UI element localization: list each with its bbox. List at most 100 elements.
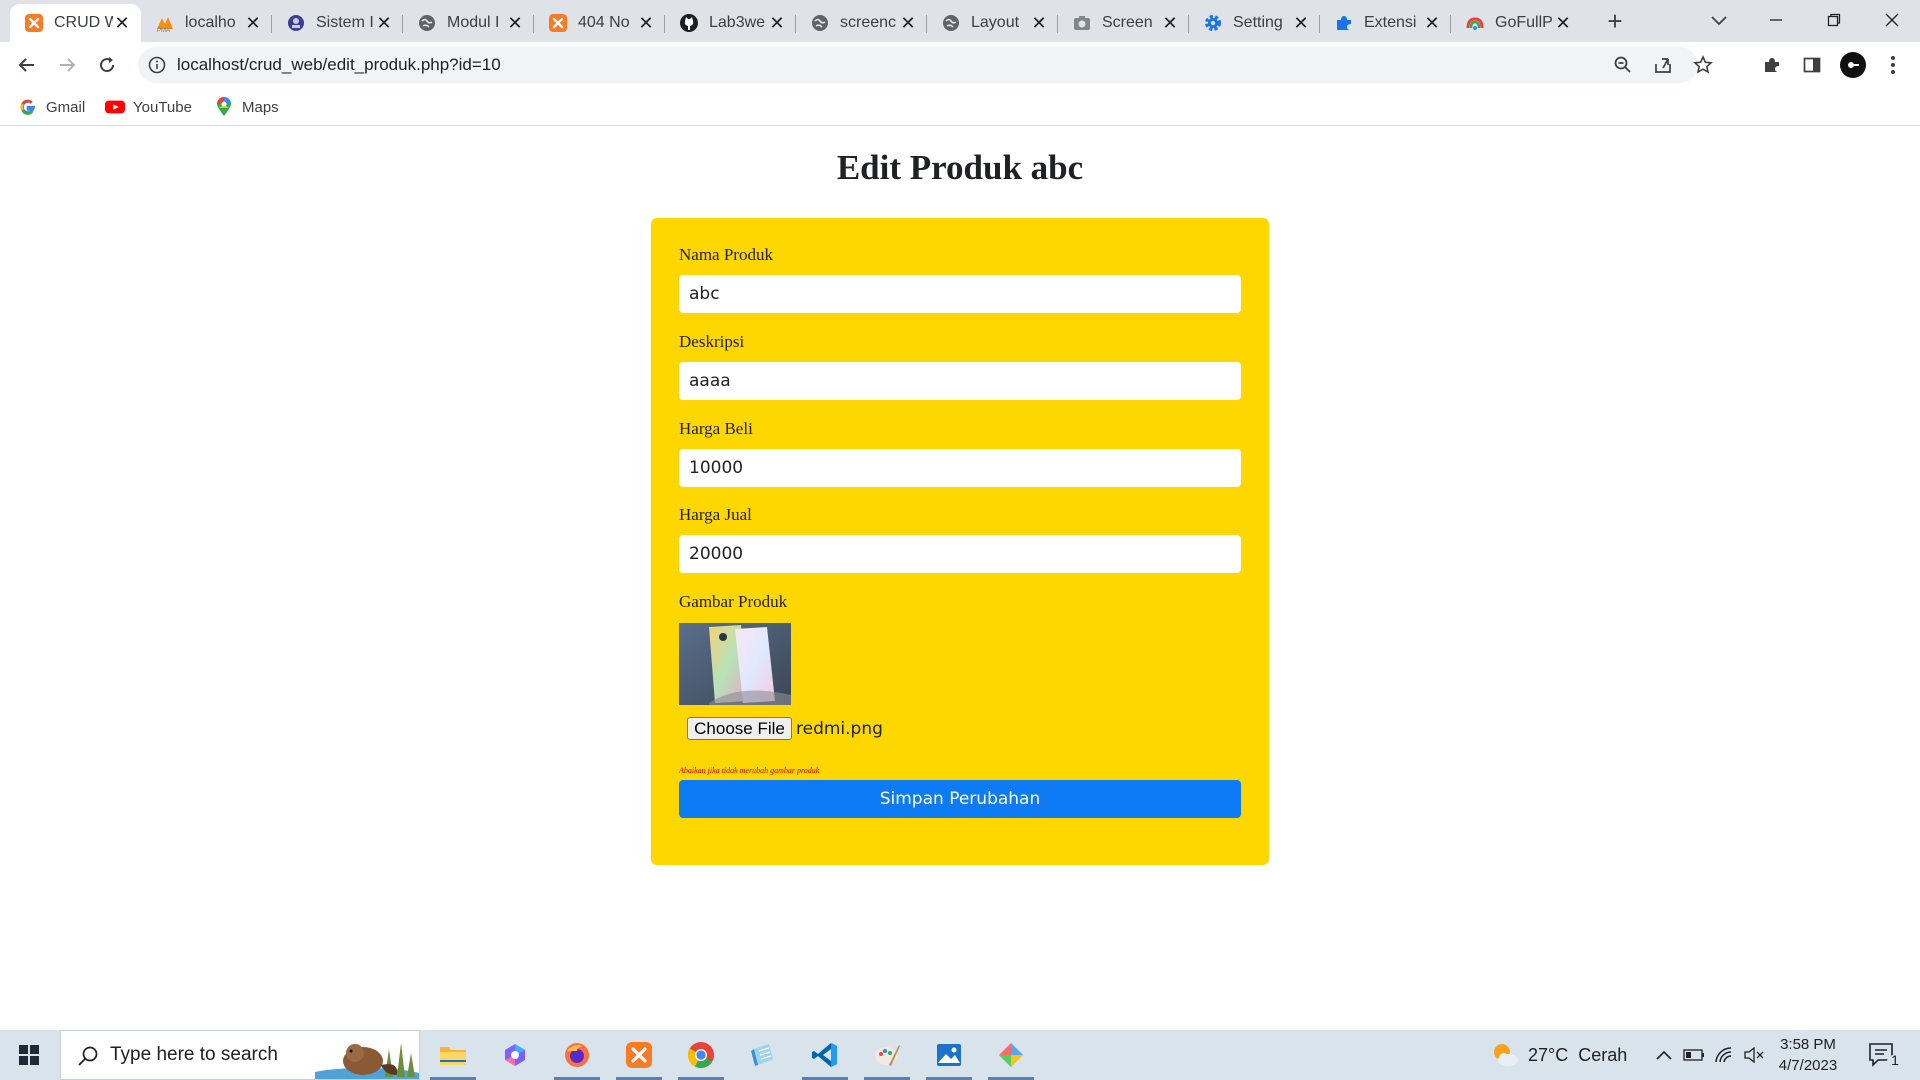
camera-icon: [1072, 13, 1092, 33]
harga-jual-input[interactable]: 20000: [679, 535, 1241, 573]
start-button[interactable]: [0, 1030, 58, 1080]
bookmark-gmail[interactable]: Gmail: [18, 96, 85, 118]
tab-strip: CRUD W ✕ PMA localho ✕ Sistem I ✕ Modul …: [0, 0, 1920, 42]
taskbar-search-box[interactable]: Type here to search: [60, 1030, 420, 1080]
taskbar-vscode[interactable]: [796, 1030, 854, 1080]
tab-search-button[interactable]: [1704, 8, 1734, 34]
tab-title: CRUD W: [54, 14, 113, 31]
tab-close-icon[interactable]: ✕: [506, 13, 524, 34]
tab-close-icon[interactable]: ✕: [637, 13, 655, 34]
zoom-out-icon: [1614, 56, 1631, 73]
site-info-icon[interactable]: [148, 56, 166, 74]
notification-center-button[interactable]: 1: [1866, 1040, 1902, 1070]
tab-close-icon[interactable]: ✕: [113, 13, 131, 34]
close-icon: [1885, 13, 1899, 27]
tab-screencast[interactable]: screenc ✕: [796, 4, 927, 42]
tab-settings[interactable]: Setting ✕: [1189, 4, 1320, 42]
save-changes-button[interactable]: Simpan Perubahan: [679, 780, 1241, 818]
taskbar-xampp[interactable]: [610, 1030, 668, 1080]
harga-beli-input[interactable]: 10000: [679, 449, 1241, 487]
tab-lab3web[interactable]: Lab3we ✕: [665, 4, 796, 42]
share-button[interactable]: [1648, 50, 1678, 80]
globe-icon: [417, 13, 437, 33]
vscode-icon: [812, 1043, 837, 1067]
university-icon: [286, 13, 306, 33]
arrow-right-icon: [60, 58, 76, 72]
tab-layout[interactable]: Layout ✕: [927, 4, 1058, 42]
back-button[interactable]: [10, 48, 44, 82]
paint-icon: [875, 1045, 900, 1066]
tab-close-icon[interactable]: ✕: [1030, 13, 1048, 34]
chrome-menu-button[interactable]: [1876, 48, 1910, 82]
network-status[interactable]: [1712, 1043, 1736, 1067]
tab-title: Extensi: [1364, 14, 1417, 31]
tab-close-icon[interactable]: ✕: [1423, 13, 1441, 34]
taskbar-paint[interactable]: [858, 1030, 916, 1080]
tab-localhost-phpmyadmin[interactable]: PMA localho ✕: [141, 4, 272, 42]
taskbar-file-explorer[interactable]: [424, 1030, 482, 1080]
tab-sistem[interactable]: Sistem I ✕: [272, 4, 403, 42]
partly-sunny-icon: [1494, 1044, 1518, 1066]
firefox-icon: [565, 1043, 589, 1067]
product-image: [679, 623, 791, 705]
reload-button[interactable]: [90, 48, 124, 82]
new-tab-button[interactable]: +: [1598, 6, 1632, 36]
settings-gear-icon: [1203, 13, 1223, 33]
choose-file-button[interactable]: Choose File: [687, 717, 792, 740]
extensions-button[interactable]: [1755, 48, 1789, 82]
bookmark-maps[interactable]: Maps: [214, 96, 279, 118]
tab-close-icon[interactable]: ✕: [899, 13, 917, 34]
tab-crud-web[interactable]: CRUD W ✕: [10, 4, 141, 42]
chevron-down-icon: [1711, 16, 1727, 26]
tab-close-icon[interactable]: ✕: [244, 13, 262, 34]
taskbar-photos[interactable]: [920, 1030, 978, 1080]
minimize-icon: [1770, 19, 1782, 21]
taskbar-copilot[interactable]: [486, 1030, 544, 1080]
minimize-button[interactable]: [1748, 0, 1804, 40]
tab-close-icon[interactable]: ✕: [1554, 13, 1572, 34]
more-vertical-icon: [1891, 56, 1895, 74]
zoom-button[interactable]: [1608, 50, 1638, 80]
address-bar[interactable]: localhost/crud_web/edit_produk.php?id=10: [138, 47, 1713, 83]
file-explorer-icon: [440, 1047, 466, 1065]
page-title: Edit Produk abc: [836, 148, 1084, 187]
chrome-icon: [687, 1042, 714, 1069]
bookmark-youtube[interactable]: YouTube: [105, 96, 192, 118]
close-window-button[interactable]: [1864, 0, 1920, 40]
tab-close-icon[interactable]: ✕: [1161, 13, 1179, 34]
git-icon: [999, 1043, 1023, 1067]
copilot-icon: [505, 1044, 525, 1066]
restore-icon: [1827, 13, 1841, 27]
profile-avatar[interactable]: [1836, 48, 1870, 82]
taskbar-chrome[interactable]: [672, 1030, 730, 1080]
taskbar-clock[interactable]: 3:58 PM 4/7/2023: [1760, 1034, 1856, 1076]
restore-button[interactable]: [1806, 0, 1862, 40]
tab-title: screenc: [840, 14, 897, 31]
tab-close-icon[interactable]: ✕: [1292, 13, 1310, 34]
reload-icon: [100, 57, 115, 73]
tab-gofullpage[interactable]: GoFullP ✕: [1451, 4, 1582, 42]
forward-button[interactable]: [50, 48, 84, 82]
taskbar-firefox[interactable]: [548, 1030, 606, 1080]
chevron-up-icon: [1656, 1050, 1672, 1060]
tab-modul[interactable]: Modul I ✕: [403, 4, 534, 42]
nama-produk-input[interactable]: abc: [679, 275, 1241, 313]
deskripsi-input[interactable]: aaaa: [679, 362, 1241, 400]
tab-extensions[interactable]: Extensi ✕: [1320, 4, 1451, 42]
photos-icon: [937, 1044, 961, 1066]
weather-widget[interactable]: 27°C Cerah: [1490, 1030, 1627, 1080]
tab-close-icon[interactable]: ✕: [768, 13, 786, 34]
taskbar-git[interactable]: [982, 1030, 1040, 1080]
battery-status[interactable]: [1682, 1043, 1706, 1067]
show-hidden-icons-button[interactable]: [1652, 1043, 1676, 1067]
taskbar-notepad[interactable]: [734, 1030, 792, 1080]
tab-screen-capture[interactable]: Screen ✕: [1058, 4, 1189, 42]
url-text[interactable]: localhost/crud_web/edit_produk.php?id=10: [177, 47, 501, 83]
tab-close-icon[interactable]: ✕: [375, 13, 393, 34]
search-icon: [78, 1046, 98, 1066]
bookmark-star-button[interactable]: [1688, 50, 1718, 80]
clock-time: 3:58 PM: [1780, 1036, 1836, 1053]
image-hint-text: Abaikan jika tidak merubah gambar produk: [679, 766, 820, 775]
tab-404[interactable]: 404 No ✕: [534, 4, 665, 42]
side-panel-button[interactable]: [1795, 48, 1829, 82]
